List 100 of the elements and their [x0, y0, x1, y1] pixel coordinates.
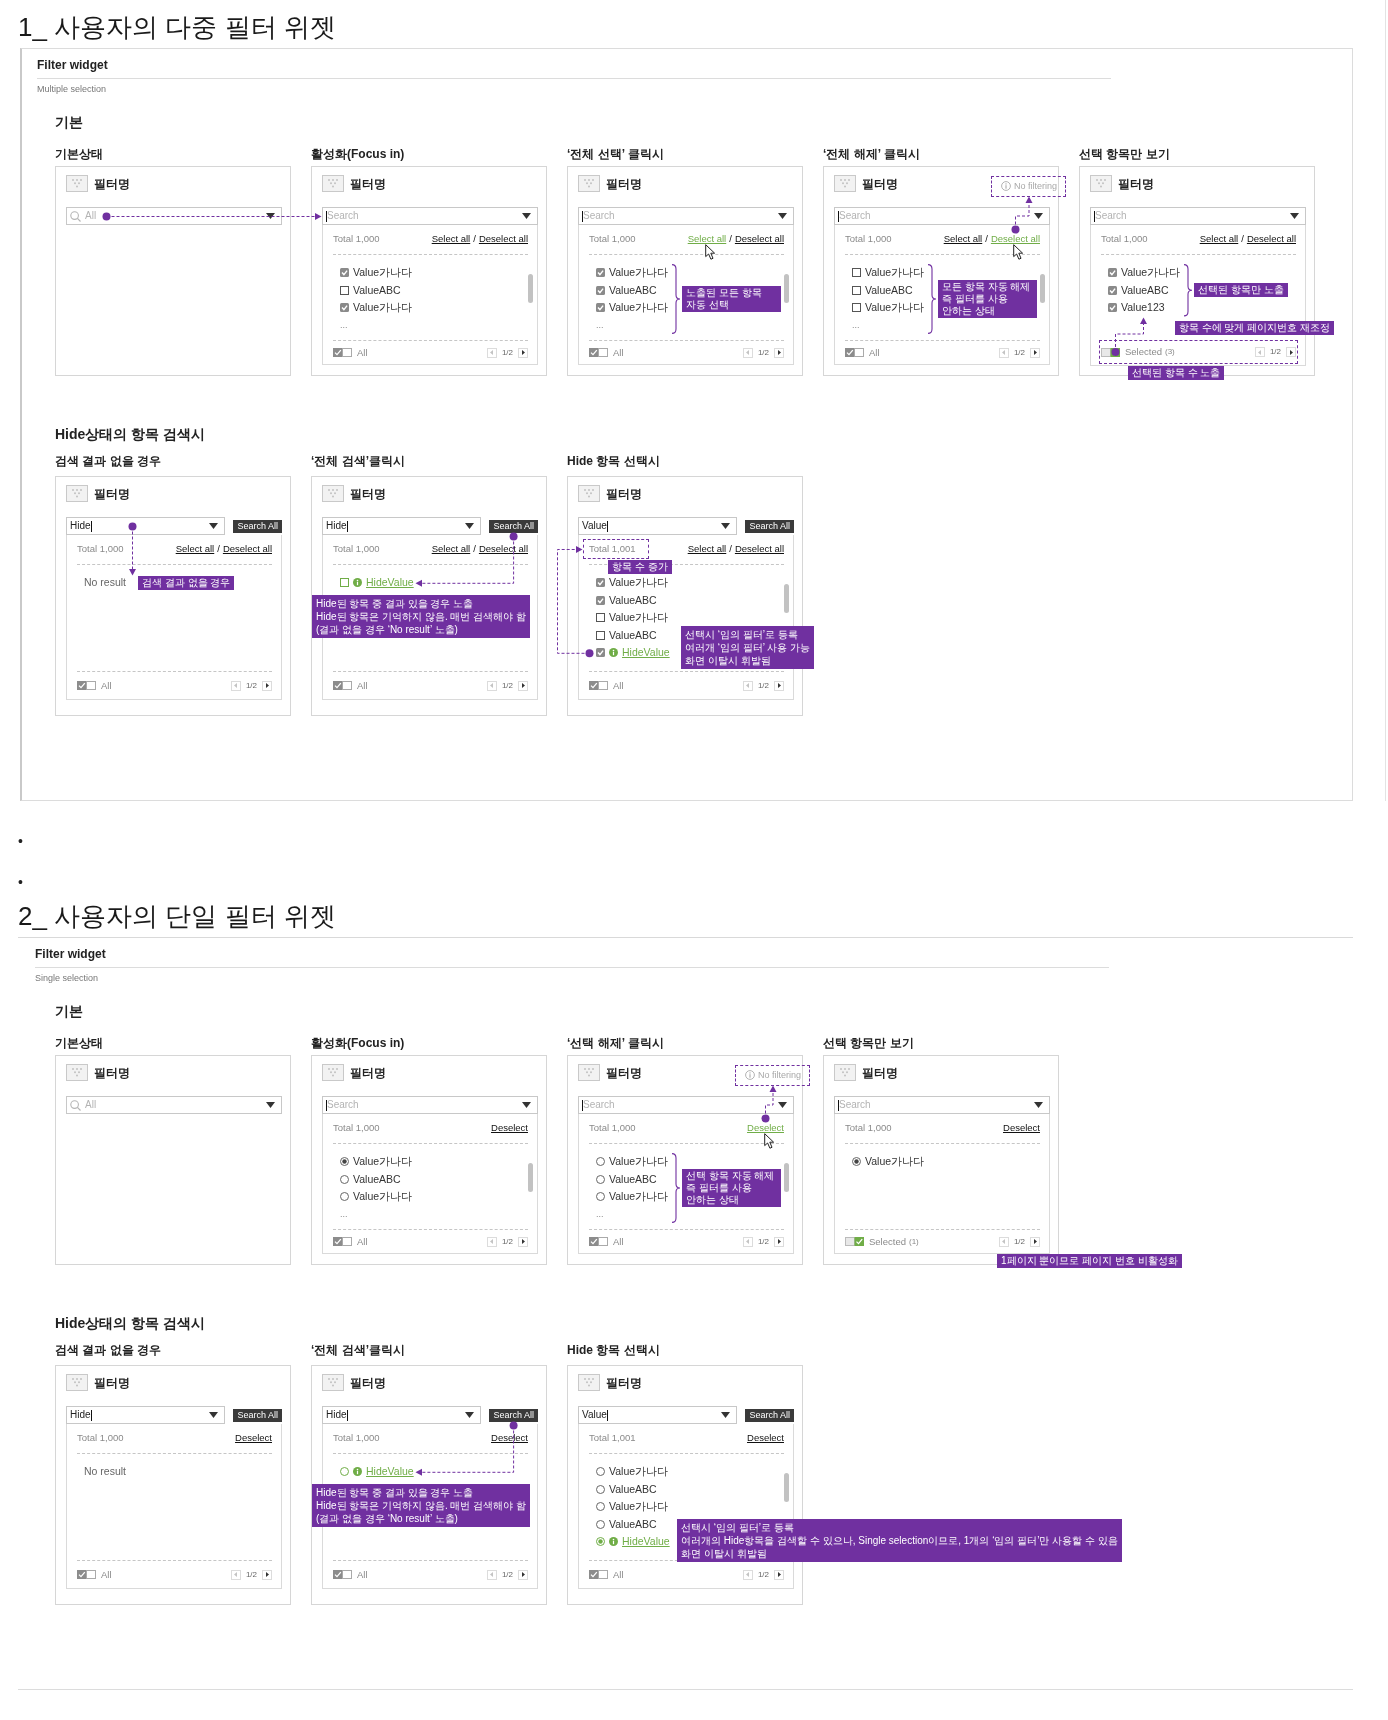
view-toggle[interactable]	[333, 1237, 352, 1246]
radio-button[interactable]	[596, 1537, 605, 1547]
radio-button[interactable]	[596, 1174, 605, 1184]
item-label[interactable]: Value가나다	[609, 576, 669, 590]
checkbox[interactable]	[596, 648, 605, 658]
search-all-button[interactable]: Search All	[233, 1408, 282, 1422]
scrollbar[interactable]	[784, 274, 789, 303]
item-label[interactable]: Value가나다	[609, 1155, 669, 1169]
next-page-button[interactable]	[518, 347, 528, 358]
checkbox[interactable]	[340, 578, 349, 588]
checkbox[interactable]	[596, 268, 605, 278]
scrollbar[interactable]	[1040, 274, 1045, 303]
item-label[interactable]: Value가나다	[1121, 266, 1181, 280]
radio-button[interactable]	[596, 1192, 605, 1202]
radio-button[interactable]	[596, 1157, 605, 1167]
prev-page-button[interactable]	[742, 1236, 753, 1247]
search-all-button[interactable]: Search All	[489, 519, 538, 533]
item-label[interactable]: Value가나다	[353, 266, 413, 280]
action-link[interactable]: Select all	[687, 543, 727, 555]
view-toggle[interactable]	[77, 681, 96, 690]
item-label[interactable]: ValueABC	[865, 283, 913, 297]
search-field[interactable]: Hide	[66, 517, 226, 535]
radio-button[interactable]	[596, 1484, 605, 1494]
radio-button[interactable]	[596, 1467, 605, 1477]
view-toggle[interactable]	[589, 681, 608, 690]
item-label[interactable]: Value가나다	[609, 301, 669, 315]
radio-button[interactable]	[340, 1157, 349, 1167]
checkbox[interactable]	[340, 285, 349, 295]
prev-page-button[interactable]	[998, 347, 1009, 358]
item-label[interactable]: Value가나다	[865, 301, 925, 315]
radio-button[interactable]	[852, 1157, 861, 1167]
action-link[interactable]: Deselect	[491, 1122, 528, 1134]
checkbox[interactable]	[596, 303, 605, 313]
scrollbar[interactable]	[528, 274, 533, 303]
checkbox[interactable]	[596, 630, 605, 640]
next-page-button[interactable]	[1286, 347, 1296, 357]
radio-button[interactable]	[596, 1502, 605, 1512]
radio-button[interactable]	[596, 1519, 605, 1529]
checkbox[interactable]	[1108, 303, 1117, 313]
radio-button[interactable]	[340, 1467, 349, 1477]
prev-page-button[interactable]	[486, 1236, 497, 1247]
next-page-button[interactable]	[518, 1569, 528, 1580]
action-link[interactable]: Deselect all	[734, 543, 784, 555]
item-label[interactable]: Value가나다	[865, 1155, 925, 1169]
item-label[interactable]: Value가나다	[353, 1155, 413, 1169]
action-link[interactable]: Deselect all	[1246, 233, 1296, 245]
action-link[interactable]: Deselect all	[222, 543, 272, 555]
prev-page-button[interactable]	[1254, 347, 1265, 357]
view-toggle[interactable]	[333, 681, 352, 690]
view-toggle[interactable]	[77, 1570, 96, 1579]
checkbox[interactable]	[340, 268, 349, 278]
next-page-button[interactable]	[518, 680, 528, 691]
search-all-button[interactable]: Search All	[233, 519, 282, 533]
next-page-button[interactable]	[1030, 1236, 1040, 1247]
search-field[interactable]: Hide	[66, 1406, 226, 1424]
prev-page-button[interactable]	[998, 1236, 1009, 1247]
action-link[interactable]: Select all	[175, 543, 215, 555]
checkbox[interactable]	[596, 613, 605, 623]
checkbox[interactable]	[1108, 285, 1117, 295]
checkbox[interactable]	[852, 303, 861, 313]
next-page-button[interactable]	[1030, 347, 1040, 358]
action-link[interactable]: Deselect all	[734, 233, 784, 245]
view-toggle[interactable]	[845, 348, 864, 357]
view-toggle[interactable]	[845, 1237, 864, 1246]
scrollbar[interactable]	[784, 584, 789, 613]
action-link[interactable]: Select all	[431, 543, 471, 555]
action-link[interactable]: Select all	[943, 233, 983, 245]
action-link[interactable]: Deselect	[491, 1432, 528, 1444]
item-label[interactable]: Value가나다	[865, 266, 925, 280]
checkbox[interactable]	[596, 578, 605, 588]
next-page-button[interactable]	[262, 1569, 272, 1580]
search-field[interactable]: Value	[578, 517, 738, 535]
action-link[interactable]: Deselect	[1003, 1122, 1040, 1134]
prev-page-button[interactable]	[486, 680, 497, 691]
item-label[interactable]: Value가나다	[353, 1190, 413, 1204]
item-label[interactable]: ValueABC	[609, 593, 657, 607]
checkbox[interactable]	[852, 268, 861, 278]
item-label[interactable]: ValueABC	[353, 283, 401, 297]
action-link[interactable]: Deselect all	[478, 233, 528, 245]
radio-button[interactable]	[340, 1192, 349, 1202]
radio-button[interactable]	[340, 1174, 349, 1184]
prev-page-button[interactable]	[742, 347, 753, 358]
search-field[interactable]: Hide	[322, 1406, 482, 1424]
item-label[interactable]: Value가나다	[609, 1500, 669, 1514]
prev-page-button[interactable]	[230, 680, 241, 691]
item-label[interactable]: ValueABC	[609, 283, 657, 297]
item-label[interactable]: Value가나다	[609, 266, 669, 280]
scrollbar[interactable]	[528, 1163, 533, 1192]
action-link[interactable]: Select all	[1199, 233, 1239, 245]
checkbox[interactable]	[596, 595, 605, 605]
next-page-button[interactable]	[774, 1236, 784, 1247]
search-all-button[interactable]: Search All	[745, 519, 794, 533]
item-label[interactable]: ValueABC	[609, 1517, 657, 1531]
action-link[interactable]: Deselect	[235, 1432, 272, 1444]
item-label[interactable]: Value123	[1121, 301, 1165, 315]
item-label[interactable]: ValueABC	[609, 1172, 657, 1186]
next-page-button[interactable]	[774, 347, 784, 358]
view-toggle[interactable]	[589, 1237, 608, 1246]
checkbox[interactable]	[340, 303, 349, 313]
view-toggle[interactable]	[589, 348, 608, 357]
